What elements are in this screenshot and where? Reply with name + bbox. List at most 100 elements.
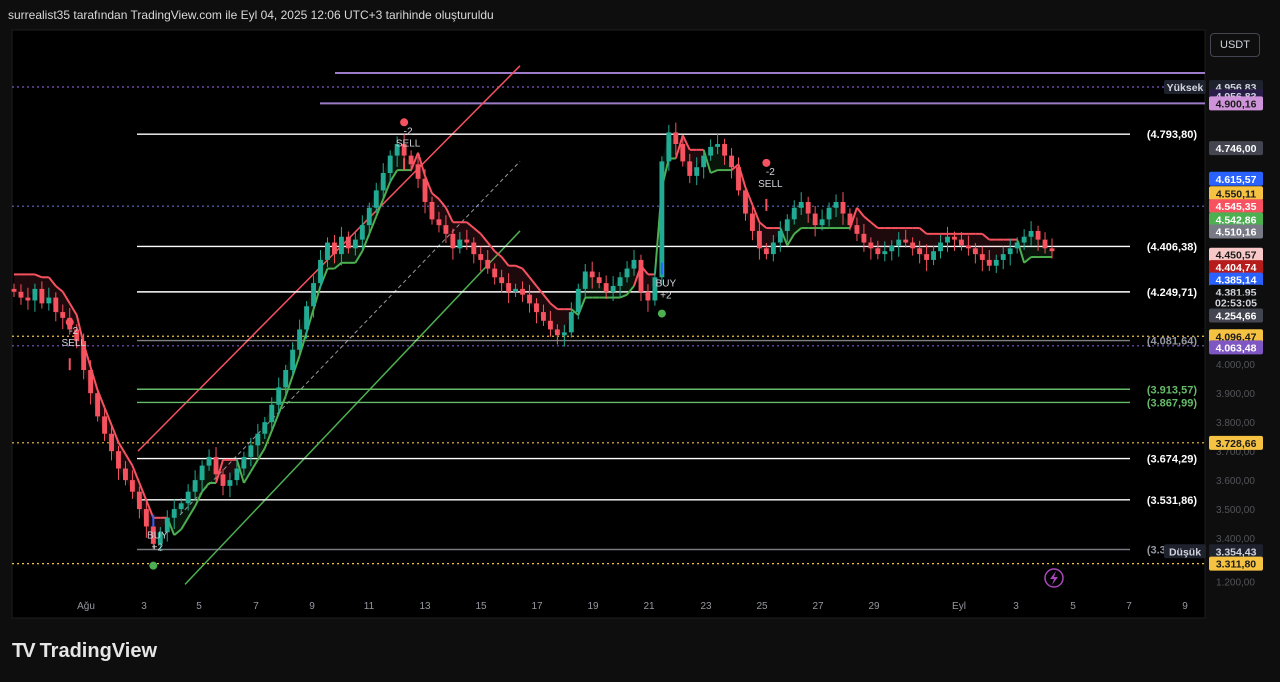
candle-body-80 (568, 312, 574, 333)
candle-body-15 (116, 451, 121, 469)
candle-body-75 (534, 303, 539, 313)
currency-button[interactable]: USDT (1210, 33, 1260, 57)
signal-dot-2 (400, 118, 409, 127)
candle-body-114 (805, 201, 811, 214)
candle-body-95 (673, 132, 679, 145)
candle-body-99 (701, 155, 707, 168)
x-tick-1: 3 (141, 601, 147, 612)
brand-name: TradingView (39, 640, 158, 662)
price-tag-7: 4.545,35 (1216, 201, 1257, 213)
price-tag-19: Düşük (1169, 546, 1201, 558)
candle-body-86 (610, 285, 616, 292)
plot-background (11, 29, 1206, 619)
candle-body-59 (422, 178, 428, 202)
x-tick-16: 3 (1013, 601, 1019, 612)
candle-body-67 (478, 254, 484, 260)
candle-body-60 (429, 201, 435, 220)
candle-body-17 (129, 480, 135, 492)
level-label-1: (4.406,38) (1147, 241, 1197, 253)
candle-body-26 (192, 480, 198, 492)
tradingview-brand[interactable]: TV TradingView (12, 640, 157, 663)
candle-body-126 (889, 245, 895, 252)
y-tick-4: 3.600,00 (1216, 476, 1255, 487)
price-tag-20: 3.354,43 (1216, 546, 1257, 558)
candle-body-29 (213, 456, 219, 475)
level-label-6: (3.674,29) (1147, 454, 1197, 466)
price-tag-3: 4.900,16 (1216, 98, 1257, 110)
candle-body-138 (972, 248, 978, 255)
candle-body-37 (269, 404, 275, 423)
candle-body-63 (450, 233, 456, 249)
x-tick-11: 23 (700, 601, 712, 612)
candle-body-0 (11, 288, 17, 292)
signal-label-3: BUY (656, 279, 677, 290)
candle-body-149 (1049, 248, 1055, 252)
candle-body-93 (659, 161, 665, 278)
candle-body-82 (582, 271, 588, 289)
candle-body-147 (1035, 230, 1041, 240)
candle-body-131 (924, 254, 930, 260)
candle-body-146 (1028, 230, 1034, 237)
candle-body-54 (387, 155, 393, 173)
candle-body-129 (910, 242, 916, 249)
candle-body-127 (896, 239, 902, 246)
x-tick-0: Ağu (77, 601, 95, 612)
candle-body-49 (352, 239, 358, 249)
x-tick-2: 5 (196, 601, 202, 612)
candle-body-43 (311, 283, 316, 307)
price-tag-6: 4.550,11 (1216, 188, 1256, 200)
candle-body-101 (715, 144, 721, 147)
x-tick-6: 13 (419, 601, 431, 612)
chart-area[interactable]: (4.793,80) (4.406,38) (4.249,71) (4.081,64)… (0, 0, 1280, 682)
candle-body-140 (986, 259, 992, 266)
candle-body-12 (95, 393, 101, 417)
signal-dot-3 (657, 309, 666, 318)
candle-body-58 (415, 164, 421, 179)
price-tag-9: 4.510,16 (1216, 227, 1257, 239)
candle-body-18 (136, 491, 142, 510)
candle-body-143 (1007, 248, 1013, 255)
trail-fill-65 (459, 222, 467, 243)
signal-count-0: -2 (69, 326, 78, 337)
candle-body-102 (722, 144, 728, 156)
candle-body-65 (464, 239, 470, 243)
signal-dot-1 (149, 561, 158, 570)
candle-body-52 (373, 190, 379, 208)
candle-body-144 (1014, 242, 1020, 249)
level-label-2: (4.249,71) (1147, 287, 1197, 299)
candle-body-79 (561, 332, 567, 336)
candle-body-66 (471, 242, 477, 255)
candle-body-121 (854, 225, 860, 234)
candle-body-108 (763, 248, 769, 255)
candle-body-112 (791, 207, 797, 220)
candle-body-31 (227, 480, 233, 486)
candle-body-48 (345, 236, 351, 249)
candle-body-74 (527, 294, 532, 304)
candle-body-38 (276, 387, 282, 405)
candle-body-85 (603, 283, 609, 292)
candle-body-33 (241, 456, 247, 469)
candle-body-113 (798, 201, 804, 208)
price-tag-0: Yüksek (1167, 82, 1204, 94)
candle-body-14 (109, 433, 114, 452)
y-tick-2: 3.800,00 (1216, 418, 1255, 429)
candle-body-109 (770, 242, 776, 255)
price-tag-10: 4.450,57 (1216, 250, 1257, 262)
candle-body-134 (945, 236, 950, 243)
candle-body-139 (979, 254, 985, 260)
candle-body-116 (819, 219, 825, 226)
candle-body-148 (1042, 239, 1048, 249)
candle-body-132 (931, 251, 937, 260)
candle-body-40 (290, 349, 296, 371)
candle-body-53 (380, 172, 386, 191)
price-chart[interactable]: (4.793,80) (4.406,38) (4.249,71) (4.081,64)… (0, 0, 1280, 682)
price-tag-11: 4.404,74 (1216, 262, 1257, 274)
candle-body-87 (617, 277, 623, 286)
candle-body-145 (1021, 236, 1027, 243)
candle-body-62 (443, 225, 449, 234)
candle-body-57 (408, 155, 414, 165)
signal-count-4: -2 (766, 167, 775, 178)
x-tick-9: 19 (587, 601, 599, 612)
candle-body-120 (847, 213, 853, 226)
x-tick-7: 15 (475, 601, 487, 612)
